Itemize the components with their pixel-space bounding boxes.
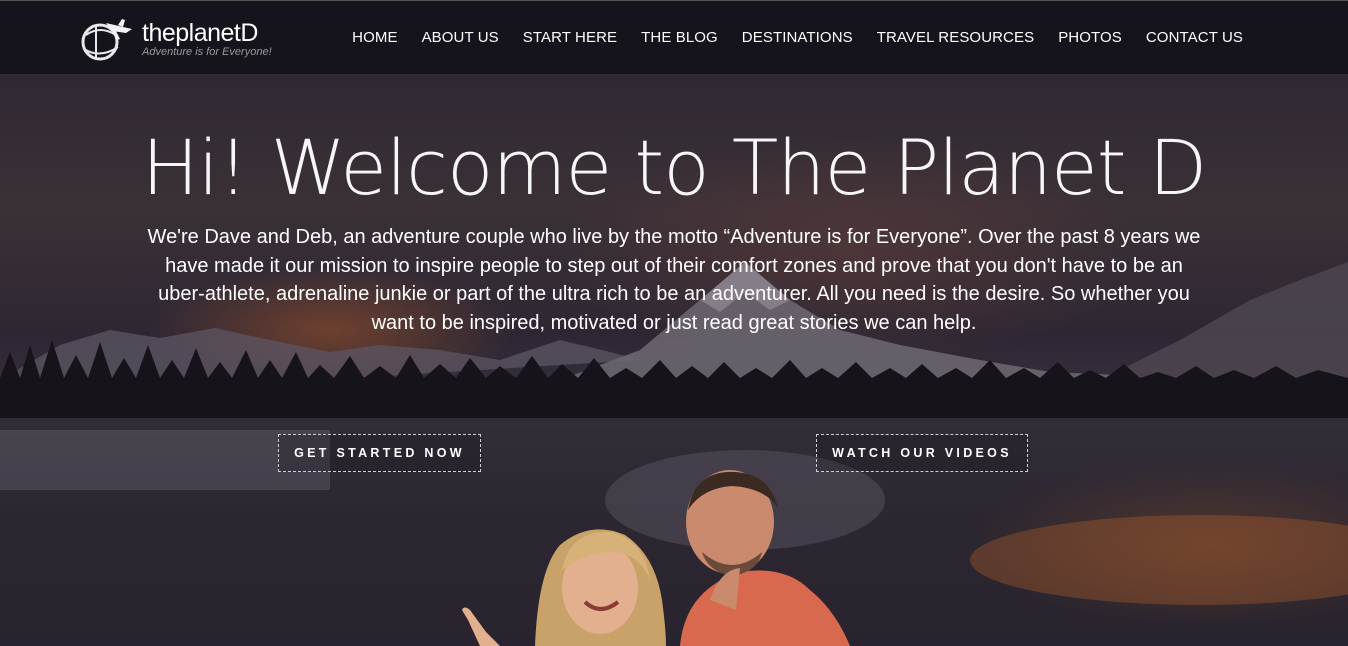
nav-item-the-blog[interactable]: THE BLOG	[641, 29, 718, 48]
nav-item-home[interactable]: HOME	[352, 29, 397, 48]
nav-item-about-us[interactable]: ABOUT US	[422, 29, 499, 48]
logo-tagline: Adventure is for Everyone!	[142, 46, 272, 58]
logo-name: theplanetD	[142, 19, 258, 47]
main-nav: HOME ABOUT US START HERE THE BLOG DESTIN…	[352, 1, 1243, 75]
nav-item-contact-us[interactable]: CONTACT US	[1146, 29, 1243, 48]
nav-item-start-here[interactable]: START HERE	[523, 29, 617, 48]
hosts-photo	[462, 470, 850, 646]
woman-figure	[462, 529, 666, 646]
hero-title: Hi! Welcome to The Planet D	[141, 123, 1208, 212]
page: theplanetD Adventure is for Everyone! HO…	[0, 0, 1348, 646]
man-figure	[680, 470, 850, 646]
nav-item-photos[interactable]: PHOTOS	[1058, 29, 1122, 48]
hero-intro-text: We're Dave and Deb, an adventure couple …	[147, 226, 1201, 334]
airplane-globe-logo-icon	[81, 19, 132, 61]
site-header: theplanetD Adventure is for Everyone! HO…	[0, 0, 1348, 74]
nav-item-destinations[interactable]: DESTINATIONS	[742, 29, 853, 48]
nav-item-travel-resources[interactable]: TRAVEL RESOURCES	[877, 29, 1034, 48]
site-logo[interactable]: theplanetD Adventure is for Everyone!	[76, 15, 286, 65]
